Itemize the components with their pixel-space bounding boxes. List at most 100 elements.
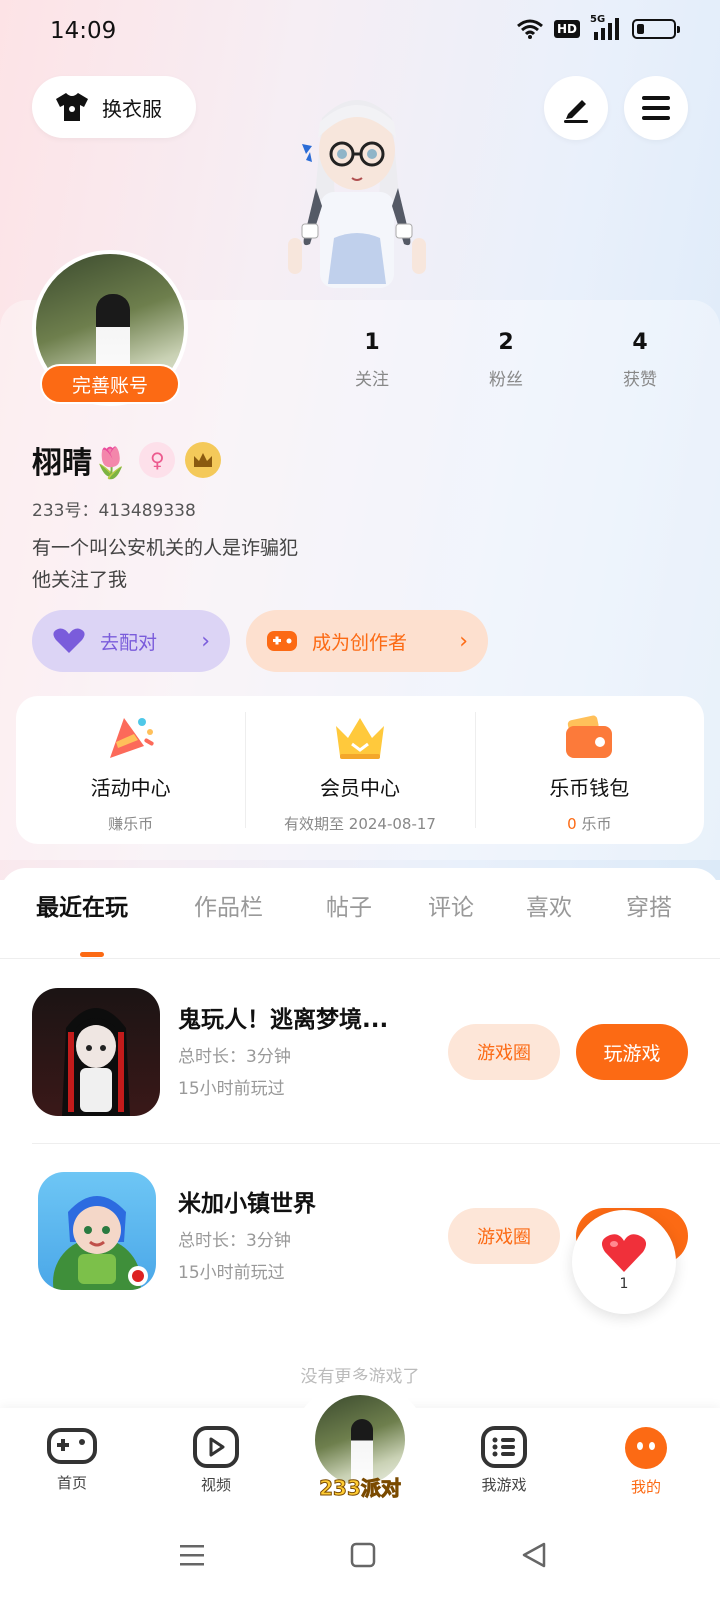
home-square-icon[interactable] xyxy=(350,1542,376,1568)
hd-badge: HD xyxy=(553,20,580,38)
gamepad-icon xyxy=(267,631,297,651)
tab-comments[interactable]: 评论 xyxy=(428,888,474,922)
game-duration: 总时长：3分钟 xyxy=(178,1047,291,1067)
pen-icon xyxy=(564,100,588,123)
battery-icon xyxy=(632,19,680,39)
stat-followers[interactable]: 2 粉丝 xyxy=(456,330,556,390)
nav-video[interactable]: 视频 xyxy=(166,1426,266,1495)
coin-unit: 乐币 xyxy=(581,815,612,833)
menu-button[interactable] xyxy=(624,76,688,140)
nav-mine[interactable]: 我的 xyxy=(596,1426,696,1497)
wifi-icon xyxy=(517,19,543,39)
activity-center-title: 活动中心 xyxy=(90,776,171,800)
go-match-button[interactable]: 去配对 › xyxy=(32,610,230,672)
nav-my-games-label: 我游戏 xyxy=(481,1476,527,1494)
red-heart-icon xyxy=(601,1234,647,1272)
list-item[interactable]: 鬼玩人！逃离梦境... 总时长：3分钟 15小时前玩过 游戏圈 玩游戏 xyxy=(32,988,720,1118)
stat-following[interactable]: 1 关注 xyxy=(322,330,422,390)
gamepad-nav-icon xyxy=(47,1428,97,1464)
chevron-right-icon: › xyxy=(459,628,468,654)
member-center-title: 会员中心 xyxy=(319,776,400,800)
feature-panel: 活动中心 赚乐币 会员中心 有效期至 2024-08-17 乐币钱包 0 乐币 xyxy=(16,696,704,844)
change-outfit-label: 换衣服 xyxy=(102,96,162,121)
member-center-sub: 有效期至 2024-08-17 xyxy=(284,815,436,833)
tab-posts[interactable]: 帖子 xyxy=(326,888,372,922)
list-nav-icon xyxy=(481,1426,527,1468)
coin-balance: 0 xyxy=(567,815,577,833)
stat-following-value: 1 xyxy=(364,330,380,355)
play-video-icon xyxy=(193,1426,239,1468)
profile-tabs: 最近在玩 作品栏 帖子 评论 喜欢 穿搭 xyxy=(0,888,720,958)
system-navigation-bar xyxy=(0,1518,720,1612)
nav-home-label: 首页 xyxy=(56,1474,87,1492)
heart-icon xyxy=(53,628,85,653)
tshirt-icon xyxy=(56,93,88,121)
avatar-3d-character[interactable] xyxy=(282,88,432,300)
stat-likes-value: 4 xyxy=(632,330,648,355)
user-id-label: 233号： xyxy=(32,501,99,521)
change-outfit-button[interactable]: 换衣服 xyxy=(32,76,196,138)
back-triangle-icon[interactable] xyxy=(520,1542,548,1568)
become-creator-label: 成为创作者 xyxy=(312,631,408,654)
become-creator-button[interactable]: 成为创作者 › xyxy=(246,610,488,672)
face-nav-icon xyxy=(625,1427,667,1469)
game-circle-button[interactable]: 游戏圈 xyxy=(448,1024,560,1080)
activity-center[interactable]: 活动中心 赚乐币 xyxy=(16,696,245,844)
play-game-button[interactable]: 玩游戏 xyxy=(576,1024,688,1080)
game-circle-button[interactable]: 游戏圈 xyxy=(448,1208,560,1264)
female-gender-icon: ♀ xyxy=(139,442,176,478)
nav-home[interactable]: 首页 xyxy=(22,1426,122,1493)
party-popper-icon xyxy=(109,718,154,758)
status-icons: HD 5G xyxy=(516,14,680,40)
game-title: 鬼玩人！逃离梦境... xyxy=(178,1007,389,1033)
coin-wallet-title: 乐币钱包 xyxy=(549,776,630,800)
activity-center-sub: 赚乐币 xyxy=(108,815,154,833)
stat-followers-value: 2 xyxy=(498,330,514,355)
game-title: 米加小镇世界 xyxy=(178,1191,316,1217)
stat-likes[interactable]: 4 获赞 xyxy=(590,330,690,390)
crown-member-icon[interactable] xyxy=(185,442,222,478)
active-tab-indicator xyxy=(80,952,104,957)
row-divider xyxy=(32,1143,720,1144)
nav-mine-label: 我的 xyxy=(630,1478,661,1496)
complete-account-badge[interactable]: 完善账号 xyxy=(40,364,180,404)
game-icon[interactable] xyxy=(32,988,160,1116)
floating-like-button[interactable]: 1 xyxy=(572,1210,676,1314)
tab-recent-play[interactable]: 最近在玩 xyxy=(36,888,128,922)
coin-wallet-sub: 0 乐币 xyxy=(567,813,611,834)
user-id: 233号：413489338 xyxy=(32,496,196,521)
signal-icon: 5G xyxy=(590,14,622,40)
tab-outfits[interactable]: 穿搭 xyxy=(626,888,672,922)
member-center[interactable]: 会员中心 有效期至 2024-08-17 xyxy=(245,696,474,844)
coin-wallet[interactable]: 乐币钱包 0 乐币 xyxy=(474,696,704,844)
go-match-label: 去配对 xyxy=(100,631,158,654)
stat-following-label: 关注 xyxy=(355,370,389,390)
user-id-value: 413489338 xyxy=(98,501,196,521)
user-bio: 有一个叫公安机关的人是诈骗犯 他关注了我 xyxy=(32,532,298,596)
name-row: 栩晴🌷 ♀ xyxy=(32,438,222,482)
status-bar: 14:09 HD 5G xyxy=(0,0,720,64)
tab-likes[interactable]: 喜欢 xyxy=(526,888,572,922)
nav-video-label: 视频 xyxy=(200,1476,231,1494)
center-party-label[interactable]: 233派对 xyxy=(312,1472,408,1501)
like-count: 1 xyxy=(619,1276,629,1292)
crown-icon xyxy=(335,718,384,759)
wallet-icon xyxy=(566,715,613,758)
hamburger-menu-icon xyxy=(642,96,670,120)
game-duration: 总时长：3分钟 xyxy=(178,1231,291,1251)
bio-line: 有一个叫公安机关的人是诈骗犯 xyxy=(32,537,299,559)
status-time: 14:09 xyxy=(50,18,117,44)
chevron-right-icon: › xyxy=(201,628,210,654)
edit-profile-button[interactable] xyxy=(544,76,608,140)
bio-line: 他关注了我 xyxy=(32,569,128,591)
game-icon[interactable] xyxy=(38,1172,156,1290)
user-name: 栩晴🌷 xyxy=(32,446,130,481)
game-last-played: 15小时前玩过 xyxy=(178,1263,285,1283)
stat-likes-label: 获赞 xyxy=(623,370,657,390)
tab-works[interactable]: 作品栏 xyxy=(194,888,263,922)
game-last-played: 15小时前玩过 xyxy=(178,1079,285,1099)
stat-followers-label: 粉丝 xyxy=(489,370,523,390)
nav-my-games[interactable]: 我游戏 xyxy=(454,1426,554,1495)
recent-apps-icon[interactable] xyxy=(178,1542,206,1568)
tabs-divider xyxy=(0,958,720,959)
